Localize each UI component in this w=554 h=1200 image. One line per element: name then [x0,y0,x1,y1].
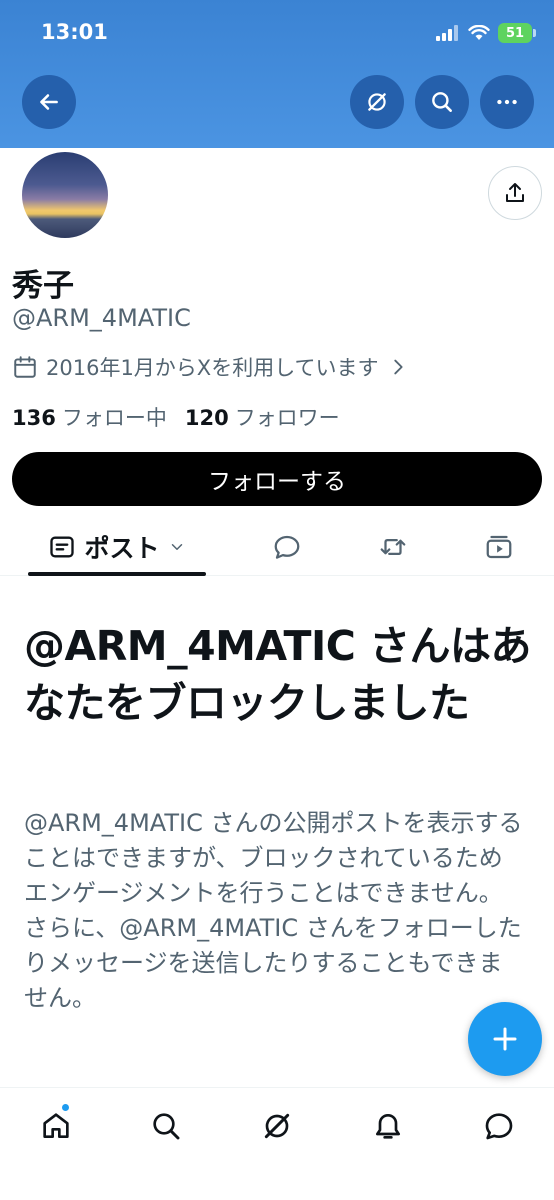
more-options-button[interactable] [480,75,534,129]
follow-stats: 136 フォロー中 120 フォロワー [12,402,340,432]
joined-text: 2016年1月からXを利用しています [46,356,379,380]
reply-icon [274,535,300,559]
following-count: 136 [12,406,56,430]
more-icon [497,99,517,105]
following-label: フォロー中 [61,406,167,430]
cellular-signal-icon [436,25,458,41]
status-time: 13:01 [41,20,108,44]
tab-reposts[interactable] [376,530,410,564]
profile-banner: 13:01 51 [0,0,554,148]
profile-tabs: ポスト [0,518,554,576]
nav-messages[interactable] [481,1108,517,1144]
compose-button[interactable] [468,1002,542,1076]
following-link[interactable]: 136 フォロー中 [12,402,167,432]
joined-date[interactable]: 2016年1月からXを利用しています [12,352,409,382]
search-button[interactable] [415,75,469,129]
avatar[interactable] [18,148,112,242]
tab-posts[interactable]: ポスト [28,518,206,576]
posts-icon [50,536,75,558]
home-icon [43,1113,69,1138]
compose-plus-icon [493,1027,517,1051]
wifi-icon [468,25,490,40]
tab-replies[interactable] [270,530,304,564]
followers-label: フォロワー [234,406,340,430]
bottom-navigation [0,1087,554,1200]
active-tab-indicator [28,572,206,576]
back-arrow-icon [40,94,58,110]
repost-icon [380,539,406,555]
nav-home[interactable] [38,1108,74,1144]
followers-count: 120 [184,406,229,430]
status-indicators: 51 [436,22,536,44]
chevron-down-icon [171,544,182,550]
user-handle: @ARM_4MATIC [12,304,191,332]
search-icon [432,92,452,112]
home-unread-dot [62,1104,69,1111]
nav-grok[interactable] [259,1108,295,1144]
share-icon [506,183,524,202]
tab-posts-label: ポスト [84,534,160,563]
search-icon [153,1113,180,1140]
grok-button[interactable] [350,75,404,129]
media-icon [486,535,512,559]
display-name: 秀子 [12,268,74,304]
back-button[interactable] [22,75,76,129]
nav-notifications[interactable] [370,1108,406,1144]
chevron-right-icon [393,359,403,375]
battery-indicator: 51 [498,23,536,43]
followers-link[interactable]: 120 フォロワー [185,402,340,432]
blocked-title: @ARM_4MATIC さんはあなたをブロックしました [24,622,532,727]
nav-search[interactable] [148,1108,184,1144]
grok-icon [368,93,386,111]
messages-icon [485,1113,513,1140]
follow-button[interactable]: フォローする [12,452,542,506]
blocked-description: @ARM_4MATIC さんの公開ポストを表示することはできますが、ブロックされ… [24,809,523,1012]
notifications-icon [376,1114,400,1139]
share-button[interactable] [488,166,542,220]
calendar-icon [14,356,36,378]
grok-icon [264,1113,290,1139]
tab-media[interactable] [482,530,516,564]
